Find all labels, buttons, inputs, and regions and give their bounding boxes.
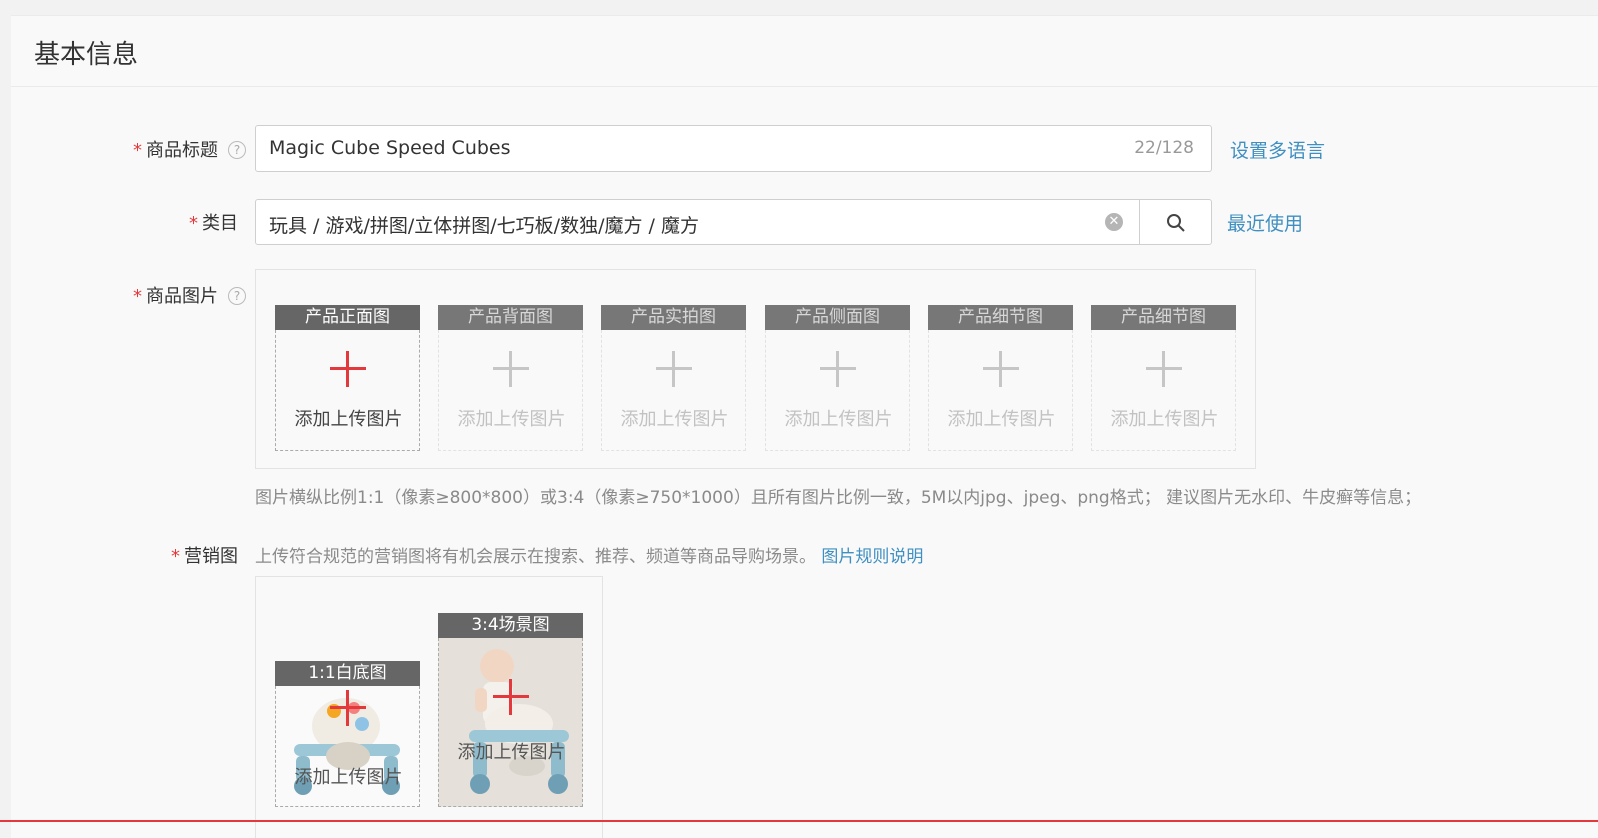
set-multilanguage-link[interactable]: 设置多语言 [1230,136,1325,163]
product-title-label: * 商品标题? [133,136,246,162]
slot-title: 产品侧面图 [765,305,910,330]
upload-text: 添加上传图片 [294,409,403,430]
bottom-accent-line [0,820,1598,822]
baby-scene-image [439,638,582,806]
marketing-label: * 营销图 [171,542,238,568]
image-requirements-hint: 图片横纵比例1:1（像素≥800*800）或3:4（像素≥750*1000）且所… [255,488,1422,508]
plus-icon [1146,351,1182,387]
slot-title: 产品实拍图 [601,305,746,330]
slot-title: 产品背面图 [438,305,583,330]
product-title-value: Magic Cube Speed Cubes [269,137,511,159]
slot-title: 产品正面图 [275,305,420,330]
upload-text: 添加上传图片 [784,409,893,430]
required-mark: * [189,213,198,234]
plus-icon [820,351,856,387]
upload-text: 添加上传图片 [620,409,729,430]
clear-icon[interactable]: ✕ [1105,213,1123,231]
upload-text: 添加上传图片 [294,767,403,788]
plus-icon [330,351,366,387]
category-label-text: 类目 [202,213,238,234]
slot-body: 添加上传图片 [601,330,746,451]
upload-text: 添加上传图片 [947,409,1056,430]
image-slot-detail-1[interactable]: 产品细节图 添加上传图片 [928,305,1073,451]
product-title-label-text: 商品标题 [146,140,218,161]
plus-icon [493,679,529,715]
plus-icon [656,351,692,387]
slot-title: 3:4场景图 [438,613,583,638]
marketing-slot-square[interactable]: 1:1白底图 添加上传图片 [275,661,420,807]
slot-body: 添加上传图片 [275,686,420,807]
slot-title: 产品细节图 [1091,305,1236,330]
required-mark: * [171,546,180,567]
marketing-slot-portrait[interactable]: 3:4场景图 添加上传图片 [438,613,583,807]
slot-body: 添加上传图片 [438,638,583,807]
product-title-input[interactable]: Magic Cube Speed Cubes 22/128 [255,125,1212,172]
help-icon[interactable]: ? [228,141,246,159]
slot-body: 添加上传图片 [438,330,583,451]
category-selector[interactable]: 玩具 / 游戏/拼图/立体拼图/七巧板/数独/魔方 / 魔方 ✕ [255,199,1212,245]
plus-icon [983,351,1019,387]
slot-title: 1:1白底图 [275,661,420,686]
image-slot-front[interactable]: 产品正面图 添加上传图片 [275,305,420,451]
required-mark: * [133,140,142,161]
section-title: 基本信息 [34,40,139,70]
image-rules-link[interactable]: 图片规则说明 [821,547,923,567]
slot-body: 添加上传图片 [1091,330,1236,451]
marketing-images-box: 1:1白底图 添加上传图片 3:4场景图 添加上传图片 [255,576,603,838]
divider [11,86,1598,87]
recently-used-link[interactable]: 最近使用 [1227,209,1303,236]
slot-body: 添加上传图片 [765,330,910,451]
marketing-desc-text: 上传符合规范的营销图将有机会展示在搜索、推荐、频道等商品导购场景。 [255,547,816,567]
basic-info-panel: 基本信息 * 商品标题? Magic Cube Speed Cubes 22/12… [11,15,1598,838]
plus-icon [330,690,366,726]
search-icon [1167,214,1185,232]
char-counter: 22/128 [1134,138,1194,158]
upload-text: 添加上传图片 [1110,409,1219,430]
slot-body: 添加上传图片 [928,330,1073,451]
category-search-button[interactable] [1139,200,1211,244]
image-slot-detail-2[interactable]: 产品细节图 添加上传图片 [1091,305,1236,451]
help-icon[interactable]: ? [228,287,246,305]
marketing-description: 上传符合规范的营销图将有机会展示在搜索、推荐、频道等商品导购场景。 图片规则说明 [255,542,923,567]
plus-icon [493,351,529,387]
image-slot-back[interactable]: 产品背面图 添加上传图片 [438,305,583,451]
product-images-label-text: 商品图片 [146,286,218,307]
required-mark: * [133,286,142,307]
slot-title: 产品细节图 [928,305,1073,330]
marketing-label-text: 营销图 [184,546,238,567]
product-images-label: * 商品图片? [133,282,246,308]
category-label: * 类目 [189,209,238,235]
upload-text: 添加上传图片 [457,742,566,763]
image-slot-side[interactable]: 产品侧面图 添加上传图片 [765,305,910,451]
product-images-box: 产品正面图 添加上传图片 产品背面图 添加上传图片 产品实拍图 添加上传图片 产… [255,269,1256,469]
image-slot-actual[interactable]: 产品实拍图 添加上传图片 [601,305,746,451]
category-value: 玩具 / 游戏/拼图/立体拼图/七巧板/数独/魔方 / 魔方 [269,215,699,237]
slot-body: 添加上传图片 [275,330,420,451]
upload-text: 添加上传图片 [457,409,566,430]
